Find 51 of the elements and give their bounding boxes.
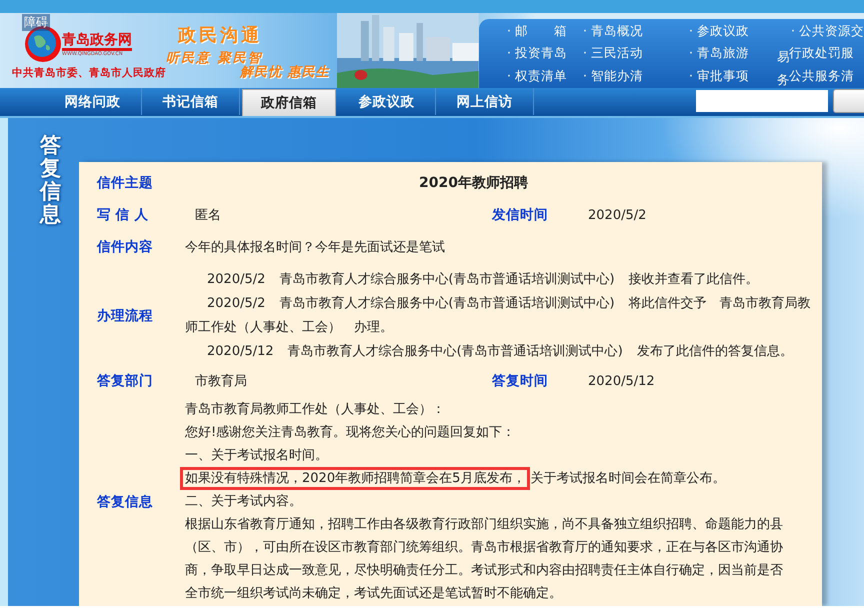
search-button[interactable] (833, 89, 864, 113)
reply-text: 关于考试报名时间会在简章公布。 (530, 471, 726, 486)
process-entry: 2020/5/12 青岛市教育人才综合服务中心(青岛市普通话培训测试中心) 发布了此信件的答复信息。 (206, 342, 794, 361)
search-field[interactable] (696, 90, 828, 112)
process-entry: 2020/5/2 青岛市教育人才综合服务中心(青岛市普通话培训测试中心) 将此信件交予 青岛市教育局教师工作处（人事处、工会） 办理。 (185, 294, 812, 337)
link-text-fragment[interactable]: 务 (777, 72, 790, 88)
reply-text: 二、关于考试内容。 (185, 494, 302, 509)
quick-link[interactable]: · 权责清单 (507, 66, 567, 88)
nav-tab[interactable]: 网上信访 (436, 88, 534, 115)
quick-link[interactable]: · 智能办清 (583, 66, 643, 88)
reply-date: 2020/5/12 (588, 374, 656, 388)
letter-subject: 2020年教师招聘 (418, 174, 529, 192)
field-label: 答复部门 (97, 372, 154, 390)
quick-link[interactable]: · 青岛旅游 (689, 43, 749, 66)
process-entry: 2020/5/2 青岛市教育人才综合服务中心(青岛市普通话培训测试中心) 接收并查看了此信件。 (206, 270, 760, 289)
quick-link[interactable]: · 邮 箱 (507, 21, 567, 44)
sent-date: 2020/5/2 (588, 208, 648, 222)
quick-link[interactable]: · 投资青岛 (507, 43, 567, 66)
sender-name: 匿名 (194, 207, 222, 224)
reply-text: 根据山东省教育厅通知，招聘工作由各级教育行政部门组织实施，尚不具备独立组织招聘、命题能力的县（区、市），可由所在设区市教育部门统筹组织。青岛市根据省教育厅的通知要求，正在与各区市沟通协商，争取早日达成一致意见，尽快明确责任分工。考试形式和内容由招聘责任主体自行确定，因当前是否全市统一组织考试尚未确定，考试先面试还是笔试暂时不能确定。 (185, 517, 783, 601)
nav-tab[interactable]: 网络问政 (44, 88, 142, 115)
slogan-line: 听民意 聚民智 (166, 50, 263, 66)
field-label: 答复时间 (492, 372, 549, 390)
letter-content: 今年的具体报名时间？今年是先面试还是笔试 (185, 239, 446, 256)
field-label: 答复信息 (97, 492, 154, 510)
reply-department: 市教育局 (194, 372, 248, 390)
reply-text: 青岛市教育局教师工作处（人事处、工会）： (185, 402, 445, 417)
section-title: 答复信息 (40, 134, 61, 226)
logo-text: 青岛政务网 (62, 32, 132, 50)
link-text-fragment[interactable]: 易 (777, 49, 790, 72)
field-label: 信件内容 (97, 238, 154, 256)
field-label: 信件主题 (97, 174, 154, 192)
slogan-line: 解民忧 惠民生 (240, 64, 331, 81)
nav-tab[interactable]: 书记信箱 (142, 88, 240, 115)
quick-link[interactable]: 公共服务清 (789, 66, 854, 88)
quick-link[interactable]: · 三民活动 (583, 43, 643, 66)
quick-link[interactable]: · 公共资源交 (791, 21, 864, 44)
highlighted-text: 如果没有特殊情况，2020年教师招聘简章会在5月底发布， (180, 467, 530, 490)
quick-link[interactable]: · 审批事项 (689, 66, 749, 88)
field-label: 写 信 人 (97, 206, 150, 224)
nav-tab[interactable]: 参政议政 (338, 88, 436, 115)
reply-text: 一、关于考试报名时间。 (185, 448, 328, 463)
organization-name: 中共青岛市委、青岛市人民政府 (12, 66, 166, 80)
slogan-title: 政民沟通 (178, 24, 263, 47)
quick-link[interactable]: 行政处罚服 (789, 43, 854, 66)
quick-link[interactable]: · 参政议政 (689, 21, 749, 44)
field-label: 发信时间 (492, 206, 549, 224)
reply-text: 您好!感谢您关注青岛教育。现将您关心的问题回复如下： (185, 425, 516, 440)
quick-link[interactable]: · 青岛概况 (583, 21, 643, 44)
field-label: 办理流程 (97, 307, 154, 325)
nav-tab[interactable]: 政府信箱 (242, 89, 336, 116)
